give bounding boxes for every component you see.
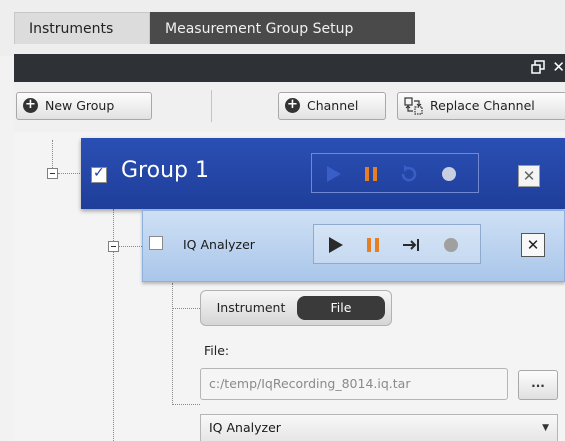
close-panel-icon[interactable]: ✕ — [552, 58, 565, 76]
channel-enable-checkbox[interactable] — [149, 236, 163, 250]
channel-collapse-toggle[interactable] — [108, 241, 119, 252]
panel-title-bar: ✕ — [14, 54, 565, 82]
toolbar-divider — [211, 90, 212, 122]
add-channel-button[interactable]: + Channel — [278, 92, 386, 120]
application-select-value: IQ Analyzer — [209, 420, 281, 435]
chevron-down-icon: ▼ — [542, 423, 549, 433]
group-header[interactable]: ✓ Group 1 ✕ — [81, 138, 565, 209]
channel-label: Channel — [307, 98, 359, 113]
replace-channel-label: Replace Channel — [430, 98, 535, 113]
play-icon[interactable] — [324, 234, 346, 256]
replace-channel-button[interactable]: Replace Channel — [397, 92, 565, 120]
group-playback-controls — [311, 153, 479, 193]
source-option-instrument[interactable]: Instrument — [206, 296, 296, 320]
channel-playback-controls — [313, 224, 481, 264]
checkmark-icon: ✓ — [93, 165, 105, 181]
tree-line — [119, 246, 142, 247]
pause-icon[interactable] — [360, 163, 382, 185]
replace-icon — [404, 97, 423, 115]
close-channel-button[interactable]: ✕ — [521, 233, 545, 257]
tree-line — [172, 404, 200, 405]
tree-line — [172, 308, 200, 309]
group-title: Group 1 — [121, 158, 209, 183]
group-collapse-toggle[interactable] — [47, 168, 58, 179]
channel-title: IQ Analyzer — [183, 237, 255, 252]
toolbar: + New Group + Channel Replace Channel — [14, 82, 565, 132]
tab-bar: Instruments Measurement Group Setup — [0, 0, 565, 56]
tab-instruments[interactable]: Instruments — [14, 12, 150, 44]
source-toggle: Instrument File — [200, 290, 392, 326]
group-enable-checkbox[interactable]: ✓ — [91, 165, 107, 183]
record-icon[interactable] — [438, 163, 460, 185]
application-select[interactable]: IQ Analyzer ▼ — [200, 414, 558, 441]
restore-window-icon[interactable] — [531, 60, 545, 74]
step-to-end-icon[interactable] — [400, 234, 422, 256]
plus-circle-icon: + — [285, 98, 300, 113]
plus-circle-icon: + — [23, 98, 38, 113]
repeat-icon[interactable] — [398, 163, 420, 185]
tree-line — [58, 173, 82, 174]
play-icon[interactable] — [322, 163, 344, 185]
browse-button[interactable]: ... — [518, 370, 558, 400]
channel-header[interactable]: IQ Analyzer ✕ — [142, 210, 565, 282]
pause-icon[interactable] — [362, 234, 384, 256]
tab-measurement-group-setup[interactable]: Measurement Group Setup — [150, 12, 415, 44]
file-path-field[interactable]: c:/temp/IqRecording_8014.iq.tar — [200, 368, 508, 400]
new-group-label: New Group — [45, 98, 115, 113]
close-group-button[interactable]: ✕ — [518, 165, 540, 187]
file-label: File: — [204, 343, 230, 358]
record-icon[interactable] — [440, 234, 462, 256]
tree-line — [172, 283, 173, 405]
new-group-button[interactable]: + New Group — [16, 92, 152, 120]
source-option-file[interactable]: File — [297, 296, 385, 320]
